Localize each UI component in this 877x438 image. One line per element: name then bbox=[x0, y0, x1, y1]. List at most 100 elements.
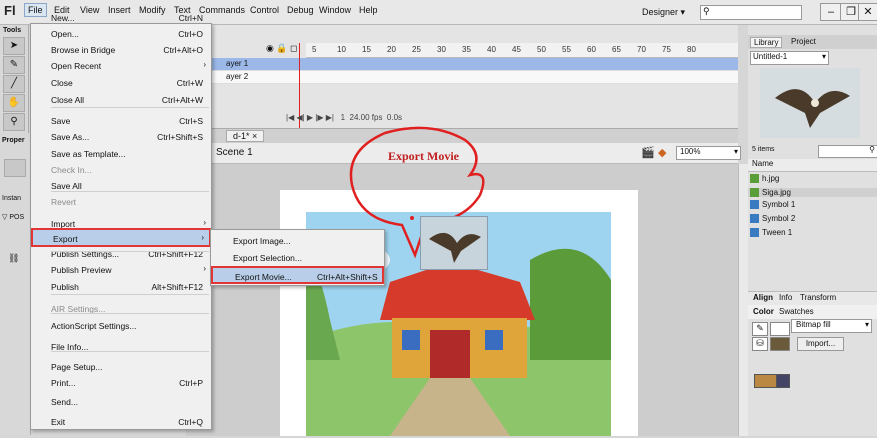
menu-item-label: Revert bbox=[51, 197, 77, 207]
edit-scene-icon[interactable]: 🎬 bbox=[641, 146, 655, 159]
frame-tick-label: 75 bbox=[662, 45, 671, 54]
line-tool-icon[interactable]: ╱ bbox=[3, 75, 25, 93]
tab-swatches[interactable]: Swatches bbox=[776, 307, 817, 316]
menu-item-label: Close bbox=[51, 78, 73, 88]
stroke-color-swatch[interactable] bbox=[770, 322, 790, 336]
menu-help[interactable]: Help bbox=[359, 5, 378, 15]
menu-item-label: Publish bbox=[51, 282, 79, 292]
menu-control[interactable]: Control bbox=[250, 5, 279, 15]
link-icon[interactable]: ⛓ bbox=[8, 253, 19, 264]
library-item-selected[interactable]: Siga.jpg bbox=[748, 188, 877, 197]
library-item-count: 5 items bbox=[752, 146, 775, 153]
frame-tick-label: 65 bbox=[612, 45, 621, 54]
symbol-icon bbox=[750, 200, 759, 209]
submenu-item-label: Export Image... bbox=[233, 236, 291, 246]
bitmap-swatch-2[interactable] bbox=[776, 374, 790, 388]
frame-tick-label: 45 bbox=[512, 45, 521, 54]
frame-tick-label: 20 bbox=[387, 45, 396, 54]
selection-tool-icon[interactable]: ➤ bbox=[3, 37, 25, 55]
menu-item-actionscript-settings[interactable]: ActionScript Settings... bbox=[31, 317, 211, 336]
chevron-right-icon: › bbox=[203, 60, 206, 69]
menu-item-label: Browse in Bridge bbox=[51, 45, 116, 55]
library-item-name: Tween 1 bbox=[762, 228, 793, 237]
frame-tick-label: 10 bbox=[337, 45, 346, 54]
menu-item-label: Check In... bbox=[51, 165, 92, 175]
frame-tick-label: 25 bbox=[412, 45, 421, 54]
app-logo: Fl bbox=[4, 3, 16, 18]
menu-item-label: ActionScript Settings... bbox=[51, 321, 137, 331]
menu-item-shortcut: Ctrl+Q bbox=[178, 417, 203, 427]
chevron-down-icon: ▾ bbox=[821, 52, 826, 61]
help-search-input[interactable]: ⚲ bbox=[700, 5, 802, 20]
zoom-select[interactable]: 100% ▾ bbox=[676, 146, 741, 160]
menu-item-file-info[interactable]: File Info... bbox=[31, 338, 211, 357]
menu-item-exit[interactable]: Exit Ctrl+Q bbox=[31, 413, 211, 432]
document-tab[interactable]: d-1* × bbox=[226, 130, 265, 142]
file-menu: New... Ctrl+N Open... Ctrl+O Browse in Bridg… bbox=[30, 13, 212, 432]
menu-separator bbox=[51, 191, 209, 192]
graphic-icon bbox=[750, 228, 759, 237]
fill-bucket-icon[interactable]: ⛁ bbox=[752, 337, 768, 351]
position-label: POS bbox=[9, 214, 25, 221]
menu-separator bbox=[51, 313, 209, 314]
tab-info[interactable]: Info bbox=[776, 293, 795, 302]
frame-tick-label: 60 bbox=[587, 45, 596, 54]
stroke-color-icon[interactable]: ✎ bbox=[752, 322, 768, 336]
tools-label: Tools bbox=[3, 27, 22, 34]
fill-type-select[interactable]: Bitmap fill ▾ bbox=[791, 319, 872, 333]
menu-item-label: Save All bbox=[51, 181, 82, 191]
library-item[interactable]: Symbol 1 bbox=[750, 200, 796, 209]
library-item-name: Symbol 1 bbox=[762, 200, 796, 209]
tab-project[interactable]: Project bbox=[788, 37, 819, 46]
hand-tool-icon[interactable]: ✋ bbox=[3, 94, 25, 112]
zoom-tool-icon[interactable]: ⚲ bbox=[3, 113, 25, 131]
menu-item-label: Send... bbox=[51, 397, 78, 407]
tools-panel: Tools ➤ ✎ ╱ ✋ ⚲ bbox=[0, 25, 29, 133]
library-search-input[interactable]: ⚲ bbox=[818, 145, 877, 158]
timeline-panel: ◉ 🔒 ◻ 5 10 15 20 25 30 35 40 45 50 55 60 65 70 75 80 ay… bbox=[186, 25, 738, 129]
layer-row-2[interactable]: ayer 2 bbox=[186, 71, 738, 84]
tab-library[interactable]: Library bbox=[750, 37, 783, 48]
submenu-item-label: Export Selection... bbox=[233, 253, 302, 263]
frame-tick-label: 50 bbox=[537, 45, 546, 54]
stage-scrollbar[interactable] bbox=[738, 164, 748, 436]
chevron-down-icon: ▾ bbox=[733, 147, 738, 156]
library-item[interactable]: Tween 1 bbox=[750, 228, 793, 237]
fill-color-swatch[interactable] bbox=[770, 337, 790, 351]
library-item[interactable]: Symbol 2 bbox=[750, 214, 795, 223]
bitmap-icon bbox=[750, 174, 759, 183]
menu-debug[interactable]: Debug bbox=[287, 5, 314, 15]
fill-type-value: Bitmap fill bbox=[796, 320, 831, 329]
menu-window[interactable]: Window bbox=[319, 5, 351, 15]
minimize-button[interactable]: – bbox=[820, 3, 842, 21]
import-button[interactable]: Import... bbox=[797, 337, 844, 351]
position-section[interactable]: ▽ POS bbox=[2, 213, 24, 221]
tab-color[interactable]: Color bbox=[750, 307, 777, 316]
library-item[interactable]: h.jpg bbox=[750, 174, 779, 183]
menu-separator bbox=[51, 107, 209, 108]
chevron-right-icon: › bbox=[203, 264, 206, 273]
menu-separator bbox=[51, 251, 209, 252]
menu-item-send[interactable]: Send... bbox=[31, 393, 211, 412]
brush-tool-icon[interactable]: ✎ bbox=[3, 56, 25, 74]
edit-symbol-icon[interactable]: ◆ bbox=[658, 146, 666, 159]
frame-tick-label: 30 bbox=[437, 45, 446, 54]
callout-label: Export Movie bbox=[388, 149, 459, 163]
tab-align[interactable]: Align bbox=[750, 293, 776, 302]
close-window-button[interactable]: ✕ bbox=[858, 3, 877, 21]
tab-transform[interactable]: Transform bbox=[797, 293, 839, 302]
frame-tick-label: 35 bbox=[462, 45, 471, 54]
layer-row-1[interactable]: ayer 1 bbox=[186, 58, 738, 71]
menu-item-shortcut: Ctrl+Alt+O bbox=[163, 45, 203, 55]
library-document-select[interactable]: Untitled-1 ▾ bbox=[750, 51, 829, 65]
search-icon: ⚲ bbox=[869, 145, 875, 154]
frame-ruler[interactable]: 5 10 15 20 25 30 35 40 45 50 55 60 65 70 75 80 bbox=[306, 43, 738, 58]
workspace-switcher[interactable]: Designer ▾ bbox=[642, 7, 685, 18]
frame-tick-label: 55 bbox=[562, 45, 571, 54]
timeline-layer-toggles[interactable]: ◉ 🔒 ◻ bbox=[266, 43, 298, 54]
menu-item-print[interactable]: Print... Ctrl+P bbox=[31, 374, 211, 393]
library-tabs: Library Project bbox=[748, 35, 877, 49]
library-column-header[interactable]: Name bbox=[748, 159, 877, 172]
scene-label[interactable]: Scene 1 bbox=[216, 147, 253, 158]
menu-item-shortcut: Ctrl+Shift+S bbox=[157, 132, 203, 142]
